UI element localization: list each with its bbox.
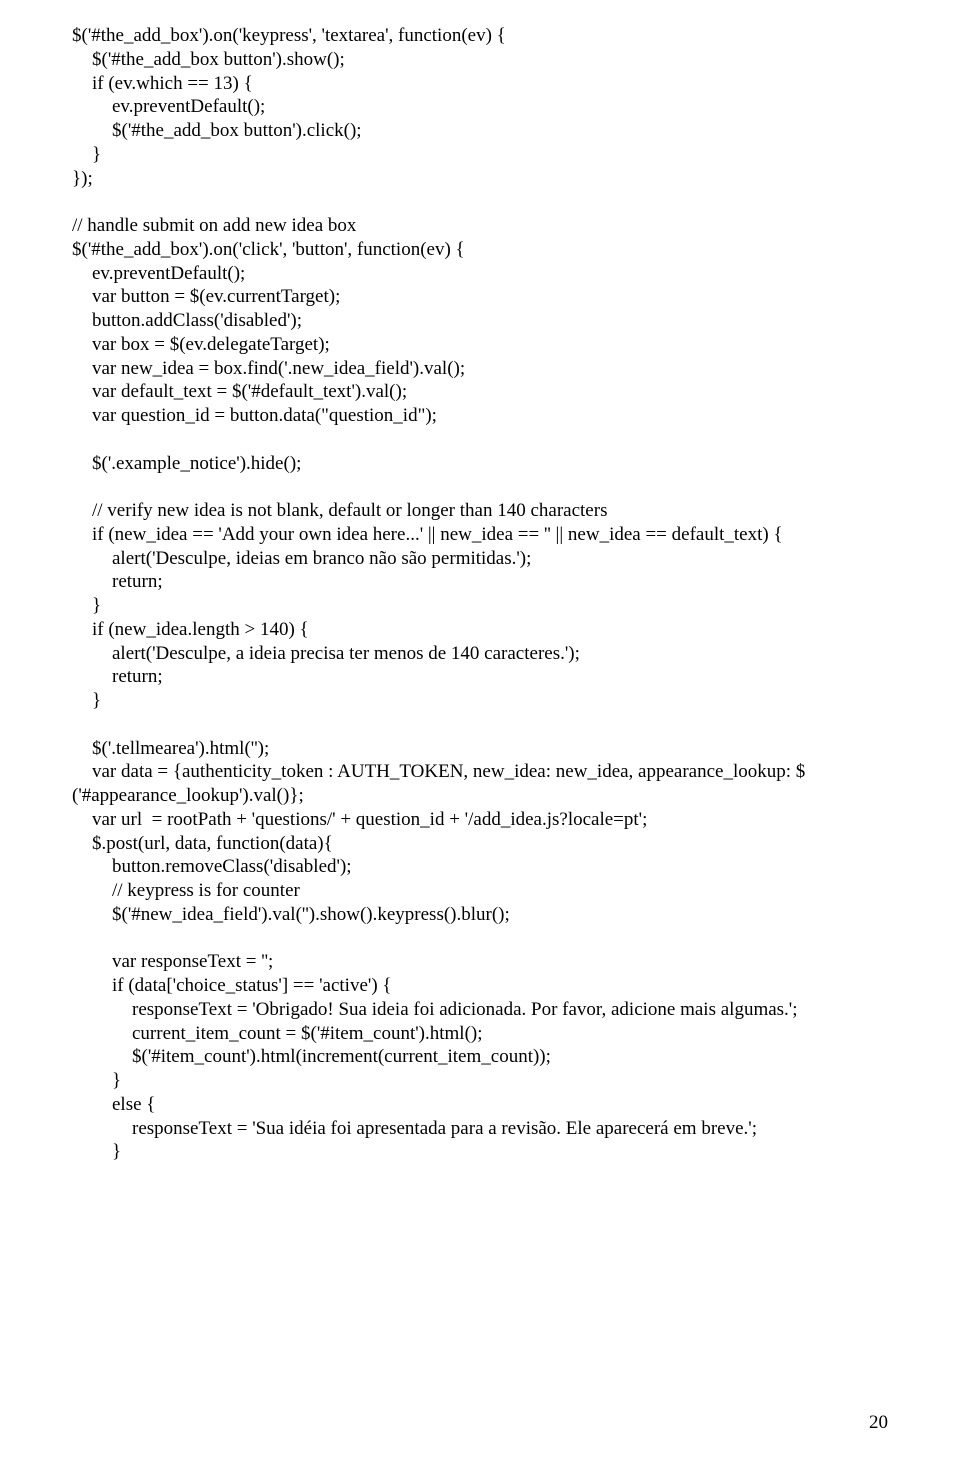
code-line: alert('Desculpe, a ideia precisa ter men… xyxy=(72,642,888,666)
code-line: $('#the_add_box button').show(); xyxy=(72,48,888,72)
code-line: $('.tellmearea').html(''); xyxy=(72,737,888,761)
code-line: var question_id = button.data("question_… xyxy=(72,404,888,428)
blank-line xyxy=(72,190,888,214)
code-line: var button = $(ev.currentTarget); xyxy=(72,285,888,309)
code-line: button.removeClass('disabled'); xyxy=(72,855,888,879)
code-line: $('.example_notice').hide(); xyxy=(72,452,888,476)
code-line: // verify new idea is not blank, default… xyxy=(72,499,888,523)
code-line: responseText = 'Obrigado! Sua ideia foi … xyxy=(72,998,888,1022)
code-line: // handle submit on add new idea box xyxy=(72,214,888,238)
blank-line xyxy=(72,713,888,737)
code-line: $('#the_add_box button').click(); xyxy=(72,119,888,143)
code-line: if (new_idea == 'Add your own idea here.… xyxy=(72,523,888,547)
code-line: ev.preventDefault(); xyxy=(72,95,888,119)
code-line: return; xyxy=(72,665,888,689)
code-line: button.addClass('disabled'); xyxy=(72,309,888,333)
code-line: $('#new_idea_field').val('').show().keyp… xyxy=(72,903,888,927)
code-line: $.post(url, data, function(data){ xyxy=(72,832,888,856)
code-line: if (ev.which == 13) { xyxy=(72,72,888,96)
code-line: if (data['choice_status'] == 'active') { xyxy=(72,974,888,998)
blank-line xyxy=(72,428,888,452)
code-line: var data = {authenticity_token : AUTH_TO… xyxy=(72,760,888,784)
code-line: var responseText = ''; xyxy=(72,950,888,974)
code-line: alert('Desculpe, ideias em branco não sã… xyxy=(72,547,888,571)
document-page: $('#the_add_box').on('keypress', 'textar… xyxy=(0,0,960,1465)
code-line: var box = $(ev.delegateTarget); xyxy=(72,333,888,357)
code-line: var new_idea = box.find('.new_idea_field… xyxy=(72,357,888,381)
code-line: var url = rootPath + 'questions/' + ques… xyxy=(72,808,888,832)
code-line: else { xyxy=(72,1093,888,1117)
blank-line xyxy=(72,927,888,951)
blank-line xyxy=(72,475,888,499)
code-line: } xyxy=(72,689,888,713)
page-number: 20 xyxy=(869,1411,888,1435)
code-line: if (new_idea.length > 140) { xyxy=(72,618,888,642)
code-line: ev.preventDefault(); xyxy=(72,262,888,286)
code-line: $('#the_add_box').on('keypress', 'textar… xyxy=(72,24,888,48)
code-line: current_item_count = $('#item_count').ht… xyxy=(72,1022,888,1046)
code-line: } xyxy=(72,1140,888,1164)
code-line: } xyxy=(72,143,888,167)
code-line: $('#the_add_box').on('click', 'button', … xyxy=(72,238,888,262)
code-line: $('#item_count').html(increment(current_… xyxy=(72,1045,888,1069)
code-line: } xyxy=(72,594,888,618)
code-line: var default_text = $('#default_text').va… xyxy=(72,380,888,404)
code-block: $('#the_add_box').on('keypress', 'textar… xyxy=(72,24,888,1164)
code-line: }); xyxy=(72,167,888,191)
code-line: return; xyxy=(72,570,888,594)
code-line: responseText = 'Sua idéia foi apresentad… xyxy=(72,1117,888,1141)
code-line: // keypress is for counter xyxy=(72,879,888,903)
code-line: ('#appearance_lookup').val()}; xyxy=(72,784,888,808)
code-line: } xyxy=(72,1069,888,1093)
